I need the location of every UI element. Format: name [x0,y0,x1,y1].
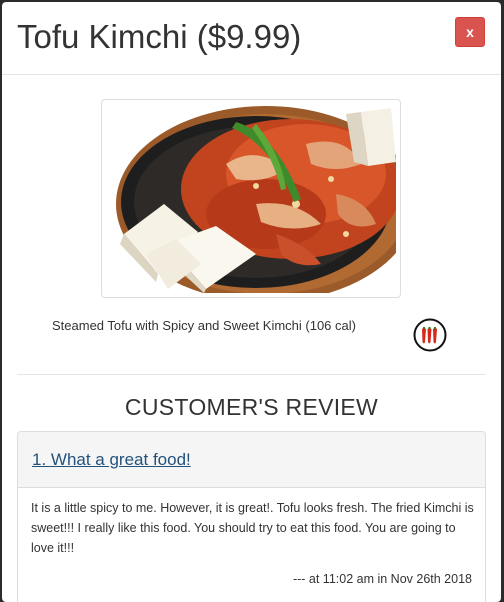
food-image [106,104,396,293]
divider [17,374,486,375]
reviews-section-title: CUSTOMER'S REVIEW [124,394,379,420]
modal-title: Tofu Kimchi ($9.99) [17,18,302,55]
food-detail-modal: Tofu Kimchi ($9.99) x Steamed Tofu with … [2,2,501,602]
review-title-link[interactable]: 1. What a great food! [32,450,191,470]
close-button[interactable]: x [455,17,485,47]
item-description: Steamed Tofu with Spicy and Sweet Kimchi… [52,318,356,333]
review-timestamp: --- at 11:02 am in Nov 26th 2018 [292,572,472,586]
review-panel: 1. What a great food! It is a little spi… [17,431,486,602]
modal-header: Tofu Kimchi ($9.99) x [2,2,501,75]
review-body: It is a little spicy to me. However, it … [31,501,474,555]
chili-peppers-icon [413,318,447,357]
review-heading: 1. What a great food! [18,432,485,488]
food-image-frame [101,99,401,298]
